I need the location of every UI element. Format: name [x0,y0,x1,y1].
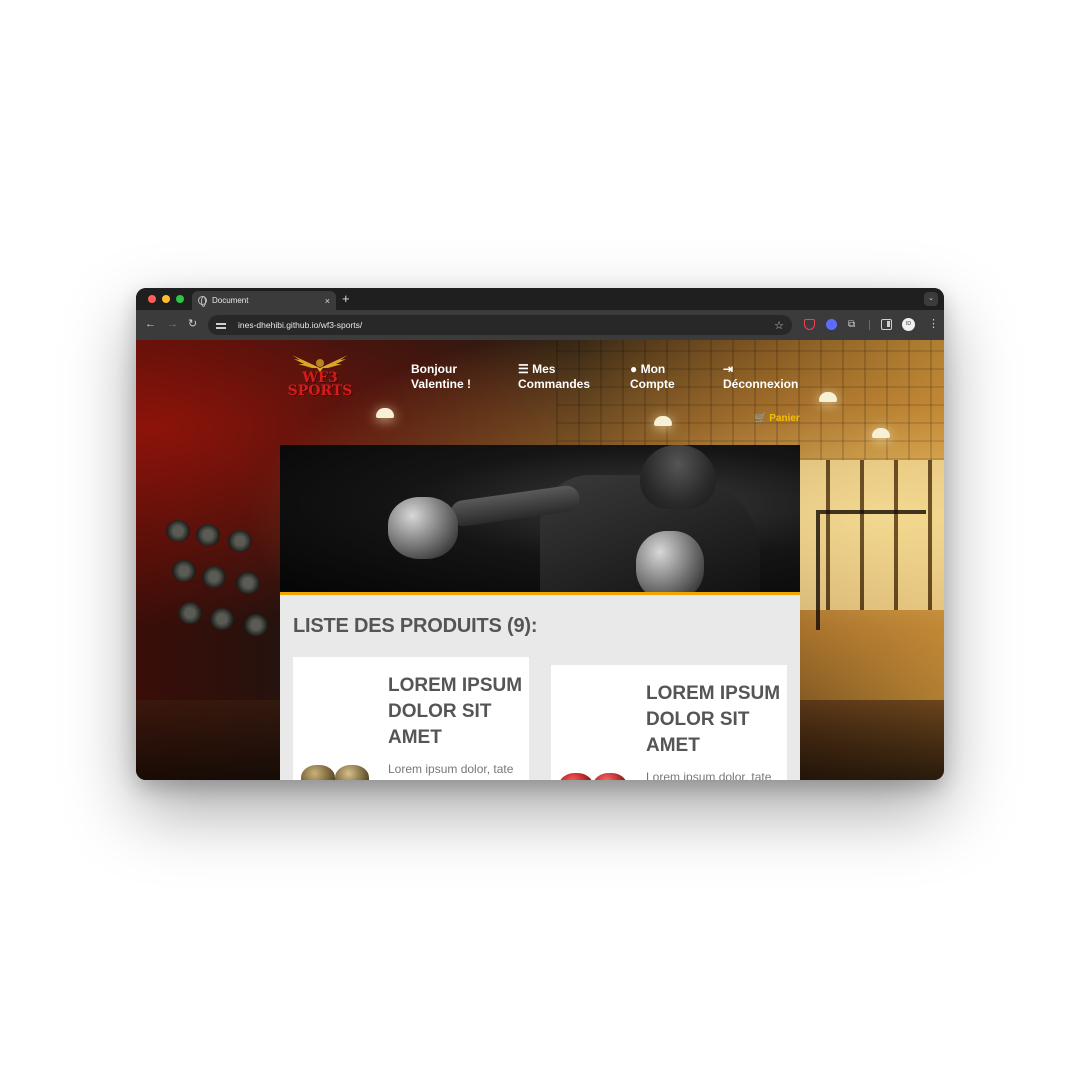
globe-icon [198,296,207,307]
browser-menu-icon[interactable]: ⋮ [928,317,939,331]
ceiling-lamp [819,392,837,402]
product-list-title: LISTE DES PRODUITS (9): [293,615,538,637]
boxing-glove [636,531,704,592]
tab-strip: Document × + ⌄ [136,288,944,310]
tab-title: Document [212,296,249,305]
url-text[interactable]: ines-dhehibi.github.io/wf3-sports/ [238,320,774,330]
pocket-extension-icon[interactable] [804,319,815,330]
cart-link[interactable]: 🛒 Panier [754,413,800,424]
side-panel-icon[interactable] [881,319,892,330]
product-title[interactable]: LOREM IPSUM DOLOR SIT AMET [646,681,786,759]
bookmark-star-icon[interactable]: ☆ [774,319,784,332]
site-settings-icon[interactable] [216,320,228,330]
toolbar-divider [869,320,870,330]
close-window-button[interactable] [148,295,156,303]
list-icon: ☰ [518,362,529,376]
product-image [559,771,631,780]
nav-deconnexion[interactable]: ⇥ Déconnexion [723,362,803,392]
product-card[interactable]: LOREM IPSUM DOLOR SIT AMET Lorem ipsum d… [293,657,529,780]
logo-text: WF3 SPORTS [287,370,353,399]
window-controls [148,295,184,303]
ghost-extension-icon[interactable] [826,319,837,330]
nav-mes-commandes[interactable]: ☰ Mes Commandes [518,362,598,392]
minimize-window-button[interactable] [162,295,170,303]
product-description: Lorem ipsum dolor, tate [388,762,514,776]
hero-boxer-image [280,445,800,595]
sign-out-icon: ⇥ [723,362,734,376]
boxer-head [640,445,716,509]
site-logo[interactable]: WF3 SPORTS [282,350,358,406]
ceiling-lamp [376,408,394,418]
nav-greeting: Bonjour Valentine ! [411,362,481,392]
tab-search-button[interactable]: ⌄ [924,292,938,306]
boxing-glove [388,497,458,559]
dumbbell-rack [166,520,286,650]
wings-emblem-icon [292,355,348,372]
user-circle-icon: ● [630,362,638,376]
gym-machine [816,510,926,630]
browser-toolbar: ← → ↻ ines-dhehibi.github.io/wf3-sports/… [136,310,944,340]
ceiling-lamp [872,428,890,438]
ceiling-lamp [654,416,672,426]
nav-mon-compte[interactable]: ● Mon Compte [630,362,690,392]
new-tab-button[interactable]: + [342,291,350,307]
nav-mes-commandes-label: Mes Commandes [518,362,591,391]
profile-avatar[interactable]: ID [902,318,915,331]
reload-button[interactable]: ↻ [188,318,197,330]
page-viewport: WF3 SPORTS Bonjour Valentine ! ☰ Mes Com… [136,340,944,780]
greeting-text: Bonjour Valentine ! [411,362,472,391]
extensions-puzzle-icon[interactable]: ⧉ [848,319,859,330]
product-title[interactable]: LOREM IPSUM DOLOR SIT AMET [388,673,528,751]
tab-document[interactable]: Document × [192,291,336,310]
back-button[interactable]: ← [145,318,156,330]
tab-close-icon[interactable]: × [325,296,330,306]
nav-mon-compte-label: Mon Compte [630,362,675,391]
nav-deconnexion-label: Déconnexion [723,377,799,391]
product-description: Lorem ipsum dolor, tate [646,770,772,780]
ceiling-texture [556,340,944,460]
forward-button[interactable]: → [167,318,178,330]
product-card[interactable]: LOREM IPSUM DOLOR SIT AMET Lorem ipsum d… [551,665,787,780]
product-image [301,763,373,780]
main-content-panel: LISTE DES PRODUITS (9): LOREM IPSUM DOLO… [280,445,800,780]
browser-window: Document × + ⌄ ← → ↻ ines-dhehibi.github… [136,288,944,780]
address-bar[interactable]: ines-dhehibi.github.io/wf3-sports/ ☆ [208,315,792,335]
maximize-window-button[interactable] [176,295,184,303]
